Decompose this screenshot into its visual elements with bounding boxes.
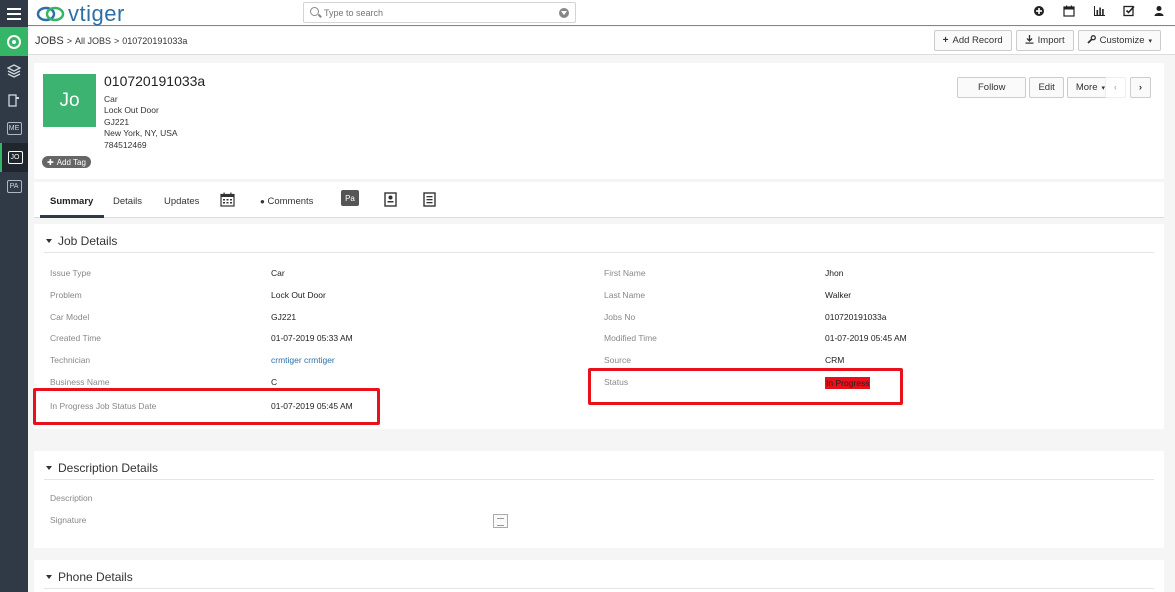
signature-image-icon[interactable]	[493, 514, 508, 528]
wrench-icon	[1086, 34, 1096, 47]
field-label-modified-time: Modified Time	[604, 333, 657, 343]
sidebar-item-pa[interactable]: PA	[0, 172, 28, 201]
field-value-issue-type: Car	[271, 268, 285, 278]
previous-record-button[interactable]: ‹	[1105, 77, 1126, 98]
field-label-technician: Technician	[50, 355, 91, 365]
job-details-panel: Job Details Issue Type Car Problem Lock …	[33, 224, 1164, 429]
field-value-first-name: Jhon	[825, 268, 844, 278]
field-label-problem: Problem	[50, 290, 82, 300]
caret-down-icon: ▾	[1148, 37, 1152, 45]
field-value-last-name: Walker	[825, 290, 852, 300]
collapse-caret-icon	[46, 239, 52, 243]
plus-icon: ✚	[47, 157, 54, 167]
chevron-right-icon: ›	[1138, 82, 1143, 93]
top-bar: vtiger	[28, 0, 1175, 26]
tab-summary[interactable]: Summary	[50, 196, 93, 207]
hamburger-menu-icon[interactable]	[0, 0, 28, 27]
download-icon	[1025, 34, 1034, 47]
field-value-problem: Lock Out Door	[271, 290, 326, 300]
phone-details-header[interactable]: Phone Details	[46, 570, 133, 584]
highlight-box-status	[588, 368, 903, 405]
tab-comments[interactable]: ● Comments	[260, 196, 313, 207]
comment-bubble-icon: ●	[260, 197, 265, 206]
calendar-icon[interactable]	[1063, 5, 1075, 17]
plus-icon: +	[942, 35, 949, 46]
user-profile-icon[interactable]	[1153, 5, 1165, 17]
job-details-header[interactable]: Job Details	[46, 234, 117, 248]
field-label-last-name: Last Name	[604, 290, 646, 300]
tasks-check-icon[interactable]	[1123, 5, 1135, 17]
home-icon[interactable]	[0, 27, 28, 56]
layers-icon[interactable]	[0, 56, 28, 85]
vtiger-logo-icon	[36, 6, 65, 22]
collapse-caret-icon	[46, 575, 52, 579]
field-label-description: Description	[50, 493, 93, 503]
add-record-button[interactable]: + Add Record	[933, 30, 1012, 51]
chevron-right-icon: >	[66, 36, 72, 46]
record-header: Jo 010720191033a Car Lock Out Door GJ221…	[34, 63, 1164, 179]
collapse-caret-icon	[46, 466, 52, 470]
phone-details-panel: Phone Details	[34, 560, 1164, 592]
record-tabs: Summary Details Updates ● Comments Pa	[34, 182, 1164, 218]
import-button[interactable]: Import	[1015, 30, 1074, 51]
customize-button[interactable]: Customize ▾	[1077, 30, 1161, 51]
field-value-source: CRM	[825, 355, 845, 365]
field-value-modified-time: 01-07-2019 05:45 AM	[825, 333, 907, 343]
search-icon	[310, 7, 319, 16]
record-avatar: Jo	[43, 74, 96, 127]
reports-chart-icon[interactable]	[1093, 5, 1105, 17]
field-value-business-name: C	[271, 377, 278, 387]
tab-document-icon[interactable]	[423, 192, 436, 210]
record-line: 784512469	[104, 139, 147, 150]
field-label-source: Source	[604, 355, 631, 365]
description-details-panel: Description Details Description Signatur…	[34, 451, 1164, 548]
highlight-box-in-progress-date	[33, 388, 380, 425]
record-line: New York, NY, USA	[104, 128, 178, 139]
field-label-business-name: Business Name	[50, 377, 110, 387]
record-line: Car	[104, 94, 118, 104]
field-label-issue-type: Issue Type	[50, 268, 91, 278]
field-value-technician-link[interactable]: crmtiger crmtiger	[271, 355, 335, 365]
field-value-created-time: 01-07-2019 05:33 AM	[271, 333, 353, 343]
tab-details[interactable]: Details	[113, 196, 142, 207]
field-label-created-time: Created Time	[50, 333, 102, 343]
breadcrumb-record: 010720191033a	[122, 36, 188, 46]
logo-text: vtiger	[68, 1, 125, 26]
search-options-icon[interactable]	[559, 8, 569, 18]
record-summary-lines: Car Lock Out Door GJ221 New York, NY, US…	[104, 94, 178, 151]
vtiger-logo[interactable]: vtiger	[36, 1, 125, 27]
chevron-right-icon: >	[114, 36, 120, 46]
record-title: 010720191033a	[104, 73, 206, 89]
record-line: GJ221	[104, 116, 130, 127]
breadcrumb: JOBS > All JOBS >010720191033a	[35, 35, 187, 47]
record-line: Lock Out Door	[104, 105, 159, 116]
field-value-jobs-no: 010720191033a	[825, 312, 887, 322]
field-label-first-name: First Name	[604, 268, 646, 278]
breadcrumb-bar: JOBS > All JOBS >010720191033a + Add Record …	[28, 27, 1175, 55]
sidebar-item-jo[interactable]: JO	[0, 143, 28, 172]
add-circle-icon[interactable]	[1033, 5, 1045, 17]
mobile-icon[interactable]	[0, 85, 28, 114]
follow-button[interactable]: Follow	[957, 77, 1027, 98]
tab-pa[interactable]: Pa	[341, 190, 359, 206]
next-record-button[interactable]: ›	[1130, 77, 1151, 98]
breadcrumb-list[interactable]: All JOBS	[75, 36, 111, 46]
left-sidebar: ME JO PA	[0, 0, 28, 592]
field-value-car-model: GJ221	[271, 312, 297, 322]
tab-calendar-icon[interactable]	[220, 192, 235, 210]
add-tag-button[interactable]: ✚ Add Tag	[42, 156, 91, 168]
tab-updates[interactable]: Updates	[164, 196, 199, 207]
chevron-left-icon: ‹	[1113, 82, 1118, 93]
search-input[interactable]	[324, 6, 554, 20]
field-label-car-model: Car Model	[50, 312, 90, 322]
active-tab-indicator	[40, 215, 104, 218]
breadcrumb-module[interactable]: JOBS	[35, 35, 64, 47]
edit-button[interactable]: Edit	[1029, 77, 1064, 98]
tab-contact-book-icon[interactable]	[384, 192, 397, 210]
sidebar-item-me[interactable]: ME	[0, 114, 28, 143]
description-details-header[interactable]: Description Details	[46, 461, 158, 475]
field-label-signature: Signature	[50, 515, 87, 525]
field-label-jobs-no: Jobs No	[604, 312, 636, 322]
global-search[interactable]	[303, 2, 576, 23]
